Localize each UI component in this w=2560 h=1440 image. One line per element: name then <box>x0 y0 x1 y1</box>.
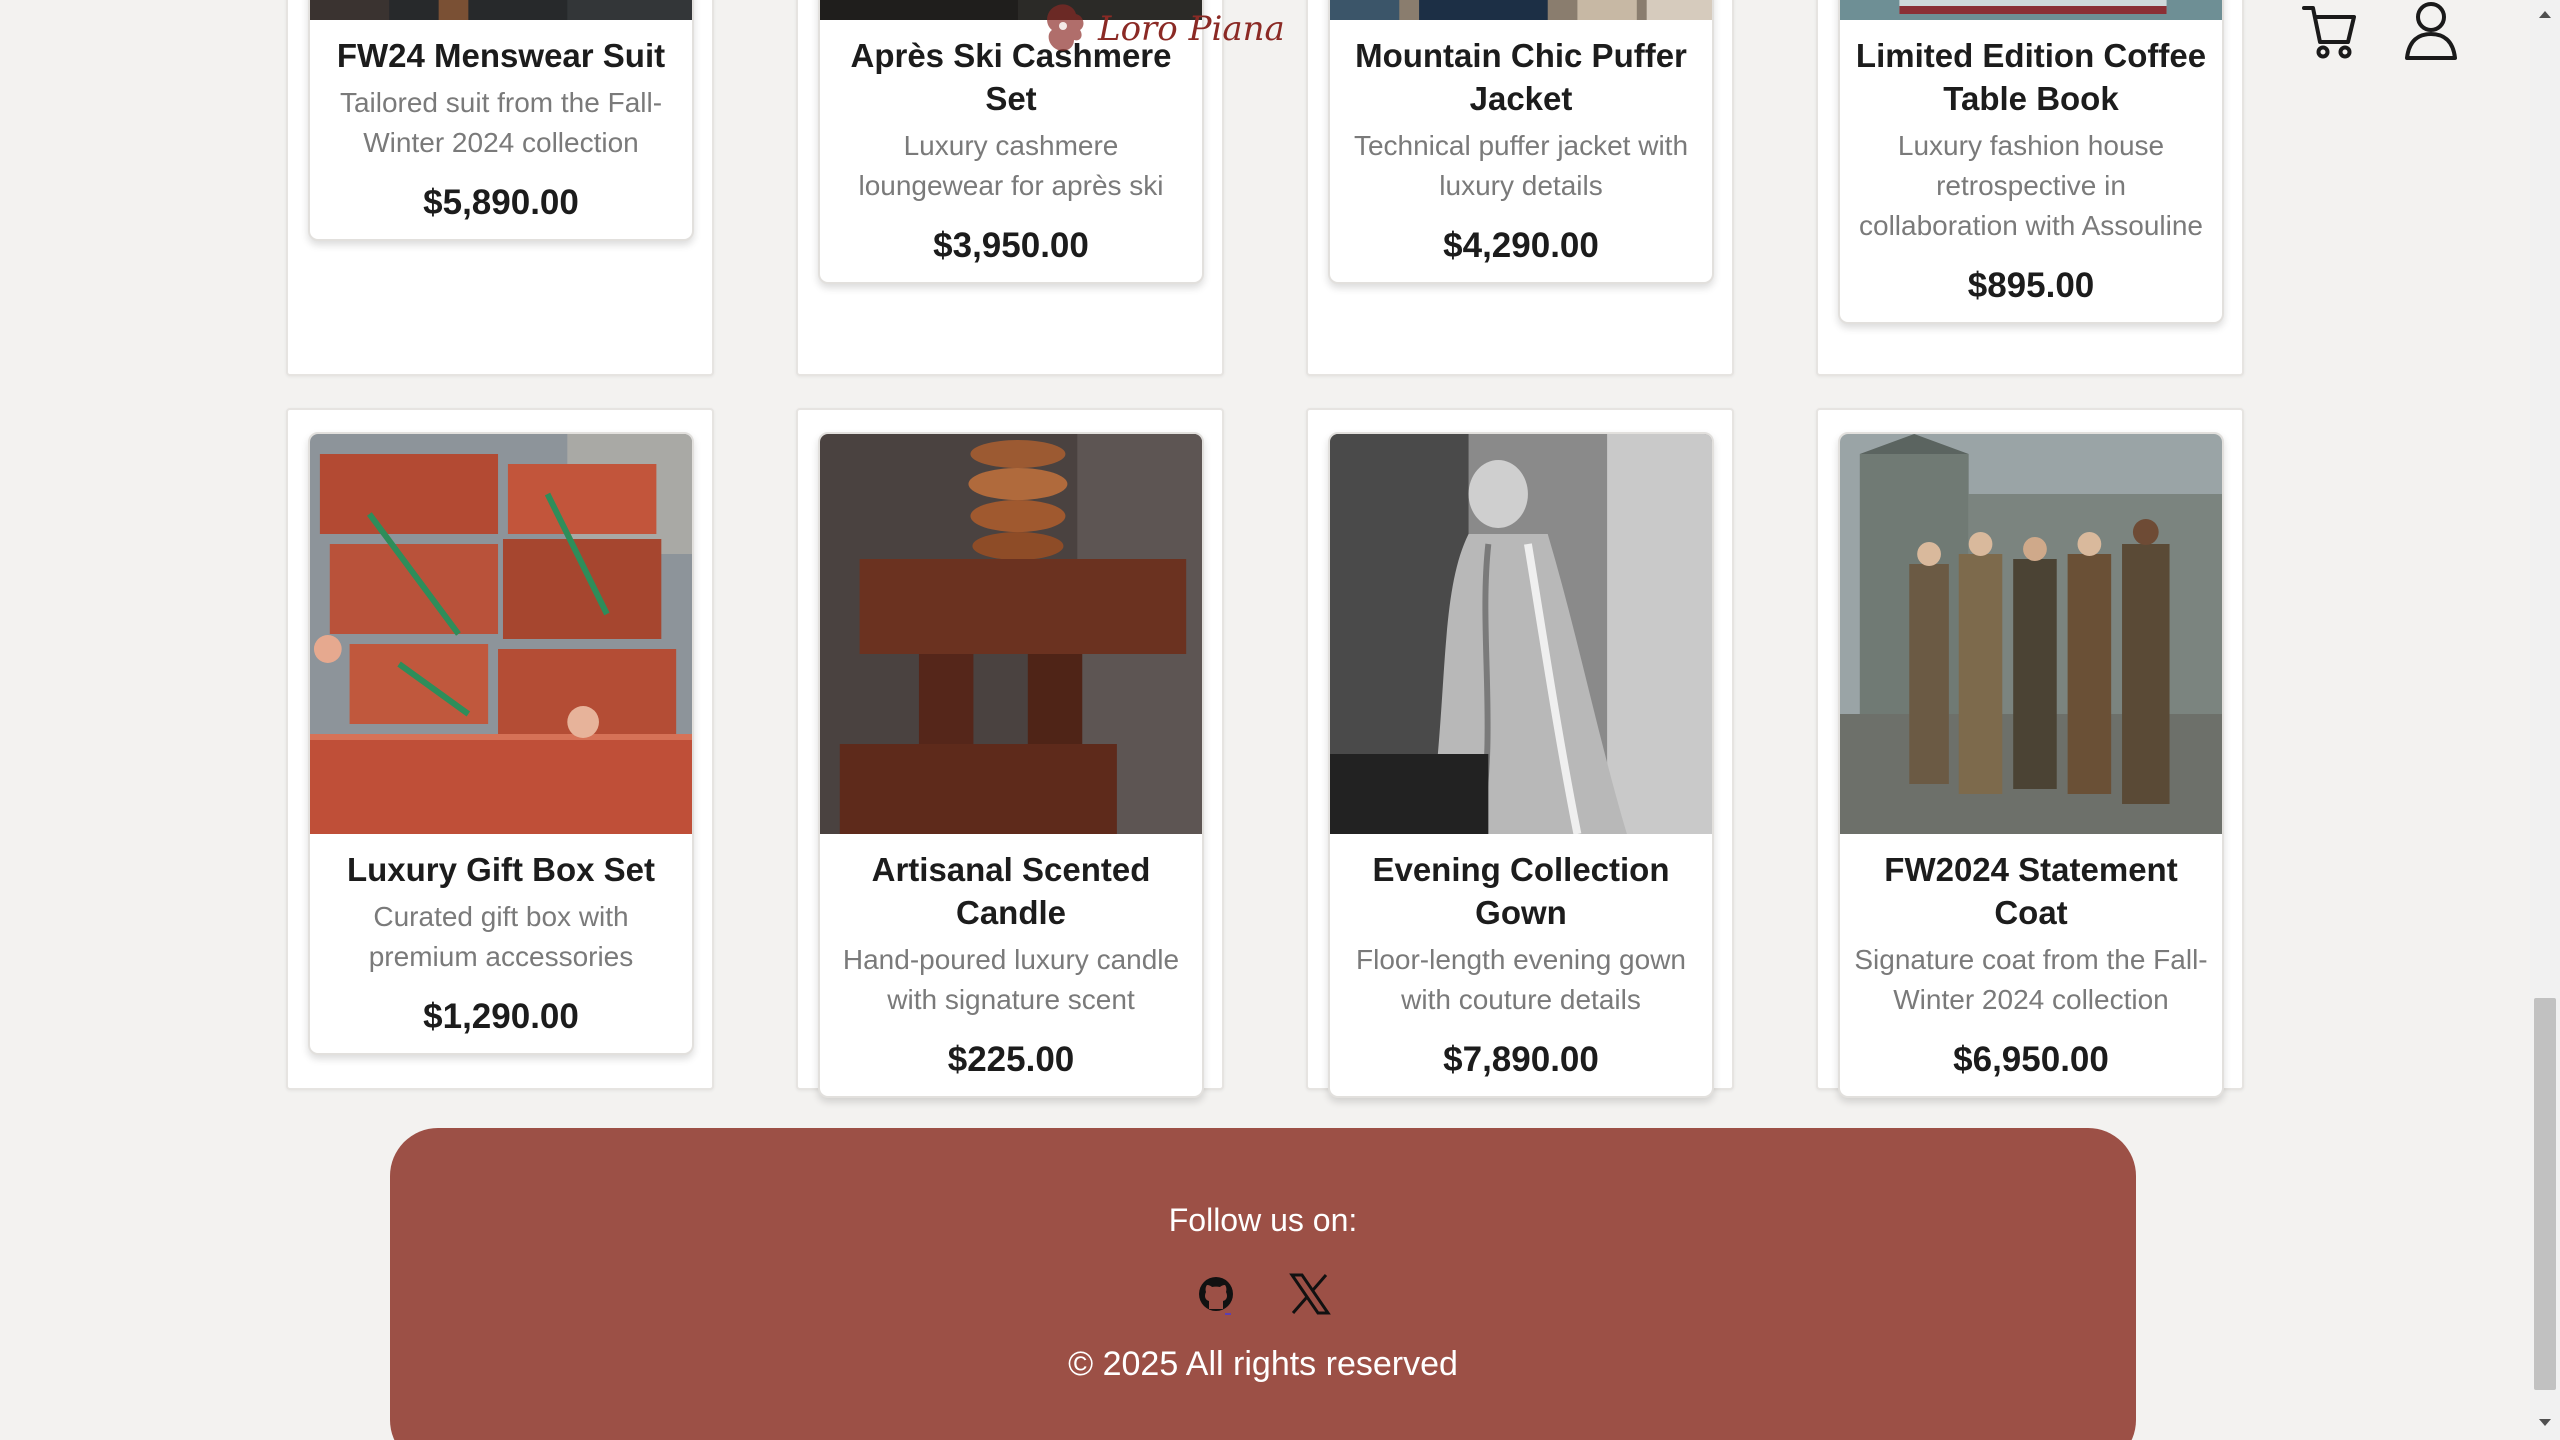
social-links <box>390 1269 2136 1319</box>
product-card[interactable]: Luxury Gift Box Set Curated gift box wit… <box>308 432 694 1055</box>
product-card[interactable]: Evening Collection Gown Floor-length eve… <box>1328 432 1714 1098</box>
product-card[interactable]: FW24 Menswear Suit Tailored suit from th… <box>308 0 694 241</box>
product-cell: FW24 Menswear Suit Tailored suit from th… <box>286 0 714 376</box>
product-grid-row: FW24 Menswear Suit Tailored suit from th… <box>286 0 2244 376</box>
product-title: FW2024 Statement Coat <box>1884 851 2178 931</box>
product-title: Mountain Chic Puffer Jacket <box>1355 37 1687 117</box>
product-card[interactable]: FW2024 Statement Coat Signature coat fro… <box>1838 432 2224 1098</box>
cart-icon[interactable] <box>2300 0 2358 62</box>
product-description: Technical puffer jacket with luxury deta… <box>1353 130 1689 201</box>
site-footer: Follow us on: © 2025 All rights reserved <box>390 1128 2136 1440</box>
header-actions <box>2300 0 2460 62</box>
product-title: Artisanal Scented Candle <box>871 851 1151 931</box>
product-image[interactable] <box>820 434 1202 834</box>
x-icon[interactable] <box>1285 1269 1335 1319</box>
product-card[interactable]: Limited Edition Coffee Table Book Luxury… <box>1838 0 2224 324</box>
product-cell: FW2024 Statement Coat Signature coat fro… <box>1816 408 2244 1098</box>
product-image[interactable] <box>310 434 692 834</box>
copyright-text: © 2025 All rights reserved <box>1068 1345 1458 1383</box>
product-image[interactable] <box>1840 0 2222 20</box>
product-price: $4,290.00 <box>1443 226 1599 265</box>
product-price: $6,950.00 <box>1953 1040 2109 1079</box>
product-description: Floor-length evening gown with couture d… <box>1356 944 1686 1015</box>
page-scrollbar[interactable] <box>2530 0 2560 1440</box>
product-title: Evening Collection Gown <box>1372 851 1670 931</box>
product-grid-row: Luxury Gift Box Set Curated gift box wit… <box>286 408 2244 1098</box>
product-cell: Mountain Chic Puffer Jacket Technical pu… <box>1306 0 1734 376</box>
product-price: $3,950.00 <box>933 226 1089 265</box>
product-price: $895.00 <box>1967 266 2095 305</box>
scroll-down-arrow-icon[interactable] <box>2539 1419 2551 1426</box>
follow-label: Follow us on: <box>1168 1202 1358 1238</box>
product-description: Curated gift box with premium accessorie… <box>368 901 634 972</box>
brand-logo[interactable]: Loro Piana <box>1036 0 1296 56</box>
product-description: Signature coat from the Fall-Winter 2024… <box>1854 944 2208 1015</box>
product-cell: Evening Collection Gown Floor-length eve… <box>1306 408 1734 1098</box>
product-price: $7,890.00 <box>1443 1040 1599 1079</box>
product-description: Tailored suit from the Fall-Winter 2024 … <box>339 87 663 158</box>
product-cell: Artisanal Scented Candle Hand-poured lux… <box>796 408 1224 1098</box>
product-image[interactable] <box>1330 0 1712 20</box>
github-icon[interactable] <box>1191 1269 1241 1319</box>
user-icon[interactable] <box>2402 0 2460 62</box>
product-description: Luxury fashion house retrospective in co… <box>1859 130 2203 241</box>
product-cell: Après Ski Cashmere Set Luxury cashmere l… <box>796 0 1224 376</box>
scroll-up-arrow-icon[interactable] <box>2539 11 2551 18</box>
product-price: $1,290.00 <box>423 997 579 1036</box>
product-image[interactable] <box>1840 434 2222 834</box>
product-description: Luxury cashmere loungewear for après ski <box>858 130 1164 201</box>
product-cell: Luxury Gift Box Set Curated gift box wit… <box>286 408 714 1090</box>
product-card[interactable]: Mountain Chic Puffer Jacket Technical pu… <box>1328 0 1714 284</box>
product-image[interactable] <box>1330 434 1712 834</box>
product-price: $225.00 <box>947 1040 1075 1079</box>
product-title: Limited Edition Coffee Table Book <box>1855 37 2207 117</box>
product-cell: Limited Edition Coffee Table Book Luxury… <box>1816 0 2244 376</box>
product-title: FW24 Menswear Suit <box>336 37 666 74</box>
product-title: Luxury Gift Box Set <box>346 851 656 888</box>
scrollbar-thumb[interactable] <box>2534 998 2556 1390</box>
product-price: $5,890.00 <box>423 183 579 222</box>
product-description: Hand-poured luxury candle with signature… <box>842 944 1180 1015</box>
brand-logo-text: Loro Piana <box>1097 9 1285 49</box>
product-card[interactable]: Artisanal Scented Candle Hand-poured lux… <box>818 432 1204 1098</box>
product-image[interactable] <box>310 0 692 20</box>
